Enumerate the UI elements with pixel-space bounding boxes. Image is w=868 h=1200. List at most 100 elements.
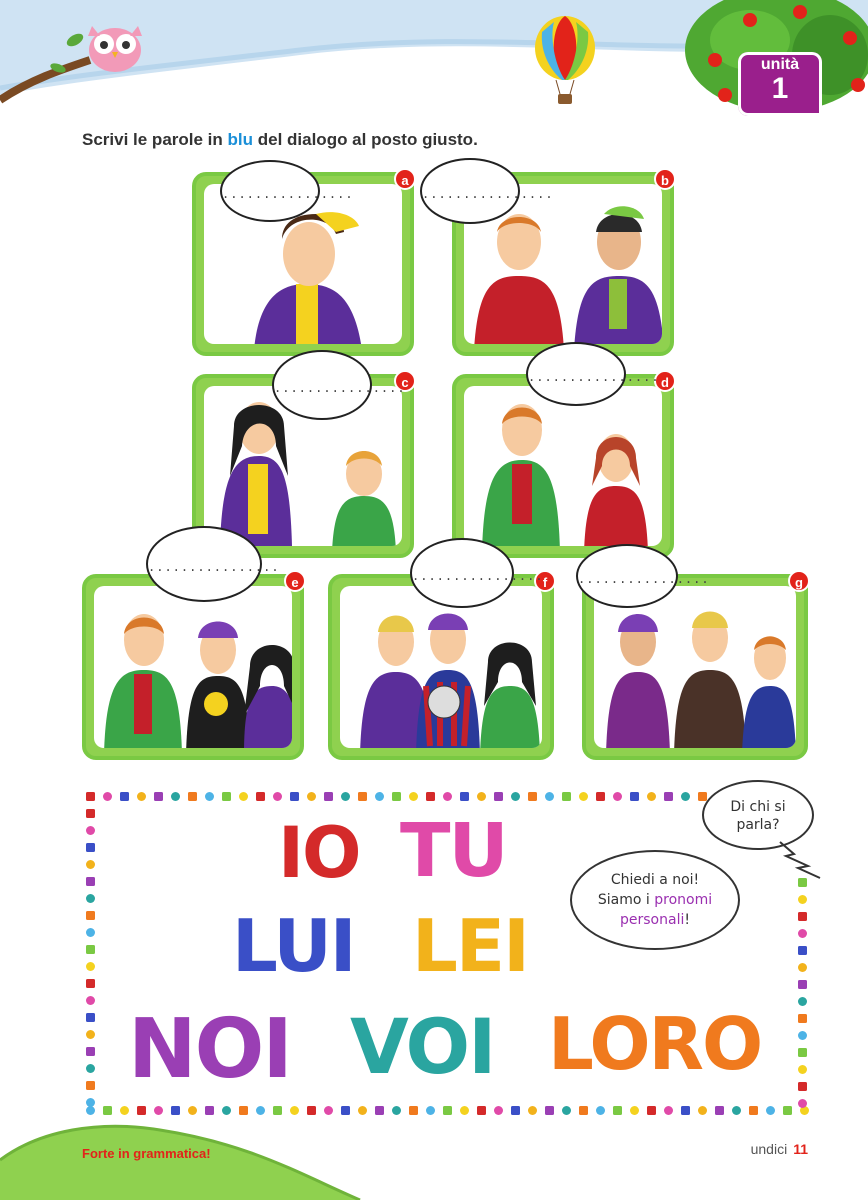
pronoun-tu: TU	[400, 808, 509, 894]
blue-word: blu	[227, 130, 254, 149]
border-dot	[341, 792, 350, 801]
border-dot	[290, 792, 299, 801]
speech-bubble-g[interactable]: ................	[576, 544, 710, 608]
border-dot	[137, 792, 146, 801]
pronoun-lei: LEI	[412, 904, 530, 988]
border-dot	[86, 911, 95, 920]
border-dot	[86, 843, 95, 852]
unit-label: unità	[760, 56, 800, 73]
pronoun-box: IO TU LUI LEI NOI VOI LORO Di chi si par…	[82, 780, 821, 1118]
border-dot	[103, 792, 112, 801]
border-dot	[798, 912, 807, 921]
border-dot	[477, 792, 486, 801]
speech-bubble-c[interactable]: ................	[272, 350, 406, 420]
border-dot	[256, 792, 265, 801]
border-dot	[409, 792, 418, 801]
panel-illustration	[594, 586, 796, 748]
border-dot	[239, 792, 248, 801]
border-dot	[579, 792, 588, 801]
answer-blank: ................	[528, 369, 660, 384]
border-dot	[324, 792, 333, 801]
border-dot	[798, 1065, 807, 1074]
border-dot	[798, 963, 807, 972]
border-dot	[613, 792, 622, 801]
speech-bubble-f[interactable]: ................	[410, 538, 544, 608]
border-dot	[86, 809, 95, 818]
border-dot	[154, 792, 163, 801]
border-dot	[222, 792, 231, 801]
border-dot	[86, 1013, 95, 1022]
border-dot	[86, 962, 95, 971]
pronoun-noi: NOI	[128, 1002, 293, 1097]
border-dot	[630, 792, 639, 801]
comic-panel-e: e	[82, 570, 306, 760]
border-dot	[443, 792, 452, 801]
page-word: undici	[750, 1141, 788, 1157]
speech-bubble-a[interactable]: ................	[220, 160, 354, 222]
border-dot	[545, 792, 554, 801]
panel-letter-a: a	[394, 168, 416, 190]
pronoun-io: IO	[278, 812, 362, 894]
border-dot	[426, 792, 435, 801]
border-dot	[86, 1098, 95, 1107]
panel-illustration	[464, 386, 662, 546]
lightning-tail-icon	[779, 841, 821, 879]
border-dot	[562, 792, 571, 801]
border-dot	[494, 792, 503, 801]
border-dot	[528, 792, 537, 801]
border-dot	[86, 877, 95, 886]
border-dot	[273, 792, 282, 801]
border-dot	[86, 1030, 95, 1039]
page-footer: undici 11	[751, 1141, 808, 1157]
speech-bubble-d[interactable]: ................	[526, 342, 660, 406]
border-dot	[120, 792, 129, 801]
unit-number: 1	[771, 72, 789, 105]
border-dot	[86, 979, 95, 988]
border-dot	[375, 792, 384, 801]
border-dot	[798, 1082, 807, 1091]
border-dot	[86, 860, 95, 869]
answer-blank: ................	[274, 380, 406, 395]
answer-blank: ................	[412, 568, 544, 583]
panel-illustration	[94, 586, 292, 748]
border-dot	[86, 1047, 95, 1056]
answer-blank: ................	[148, 559, 280, 574]
unit-tab: unità 1	[738, 52, 822, 116]
border-dot	[86, 894, 95, 903]
panel-letter-g: g	[788, 570, 810, 592]
border-dot	[798, 1048, 807, 1057]
hot-air-balloon-icon	[535, 16, 595, 104]
pronoun-voi: VOI	[350, 1002, 496, 1091]
border-dot	[798, 929, 807, 938]
panel-letter-e: e	[284, 570, 306, 592]
exercise-instruction: Scrivi le parole in blu del dialogo al p…	[82, 130, 478, 149]
border-dot	[86, 945, 95, 954]
border-dot	[188, 792, 197, 801]
page-number: 11	[793, 1141, 808, 1157]
panel-letter-b: b	[654, 168, 676, 190]
answer-blank: ................	[422, 186, 554, 201]
border-dot	[307, 792, 316, 801]
speech-bubble-b[interactable]: ................	[420, 158, 554, 224]
answer-blank: ................	[222, 186, 354, 201]
border-dot	[86, 996, 95, 1005]
border-dot	[798, 1014, 807, 1023]
border-dot	[358, 792, 367, 801]
border-dot	[698, 792, 707, 801]
border-dot	[511, 792, 520, 801]
speech-bubble-e[interactable]: ................	[146, 526, 280, 602]
pronoun-loro: LORO	[548, 1002, 763, 1086]
border-dot	[86, 792, 95, 801]
border-dot	[664, 792, 673, 801]
owl-icon	[88, 26, 142, 72]
answer-blank: ................	[578, 571, 710, 586]
border-dot	[798, 946, 807, 955]
border-dot	[86, 928, 95, 937]
border-dot	[86, 1064, 95, 1073]
border-dot	[460, 792, 469, 801]
border-dot	[798, 895, 807, 904]
border-dot	[798, 980, 807, 989]
border-dot	[798, 997, 807, 1006]
footer-title: Forte in grammatica!	[82, 1146, 211, 1161]
border-dot	[392, 792, 401, 801]
